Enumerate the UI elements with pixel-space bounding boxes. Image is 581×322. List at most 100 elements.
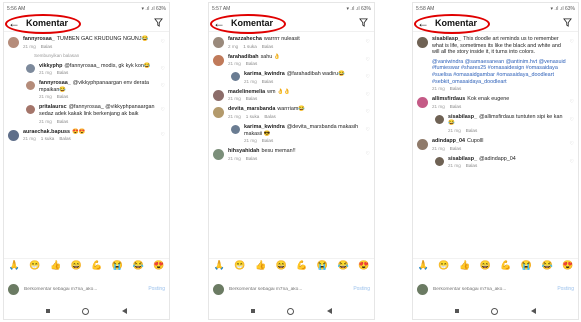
reply-button[interactable]: Balas	[264, 114, 276, 119]
reply-button[interactable]: Balas	[246, 96, 258, 101]
reply-button[interactable]: Balas	[262, 79, 274, 84]
recent-apps-icon[interactable]	[46, 309, 51, 313]
avatar[interactable]	[231, 72, 240, 82]
emoji-button[interactable]: 😂	[541, 260, 552, 271]
post-button[interactable]: Posting	[557, 286, 574, 292]
comment-username[interactable]: madelinemelia	[228, 89, 265, 95]
avatar[interactable]	[8, 129, 19, 141]
avatar[interactable]	[213, 37, 224, 48]
filter-icon[interactable]	[154, 18, 163, 27]
post-button[interactable]: Posting	[353, 286, 370, 292]
like-heart-icon[interactable]: ♡	[570, 117, 574, 123]
reply-button[interactable]: Balas	[57, 94, 69, 99]
avatar[interactable]	[435, 156, 444, 166]
avatar[interactable]	[213, 54, 224, 66]
comment-username[interactable]: fannyrosaa_	[39, 80, 71, 86]
reply-button[interactable]: Balas	[450, 104, 462, 109]
avatar[interactable]	[417, 37, 428, 48]
comment-username[interactable]: devita_marsbanda	[228, 106, 275, 112]
home-icon[interactable]	[287, 307, 295, 315]
emoji-button[interactable]: 😭	[112, 260, 123, 271]
emoji-button[interactable]: 😄	[71, 260, 82, 271]
reply-button[interactable]: Balas	[41, 44, 53, 49]
comment-username[interactable]: karima_kwindra	[244, 124, 285, 130]
avatar[interactable]	[26, 105, 35, 115]
like-heart-icon[interactable]: ♡	[161, 39, 165, 45]
like-heart-icon[interactable]: ♡	[366, 39, 370, 45]
comment-input[interactable]	[229, 286, 350, 292]
reply-button[interactable]: Balas	[246, 61, 258, 66]
like-heart-icon[interactable]: ♡	[161, 132, 165, 138]
like-heart-icon[interactable]: ♡	[570, 39, 574, 45]
comment-list[interactable]: sisabilasp_ This doodle art reminds us to…	[413, 33, 578, 251]
comment-username[interactable]: sisabilasp_	[432, 36, 461, 42]
avatar[interactable]	[417, 138, 428, 150]
emoji-button[interactable]: 😁	[438, 260, 449, 271]
emoji-button[interactable]: 😍	[358, 260, 369, 271]
home-icon[interactable]	[491, 307, 499, 315]
avatar[interactable]	[8, 37, 19, 48]
like-heart-icon[interactable]: ♡	[366, 74, 370, 80]
emoji-button[interactable]: 😂	[132, 260, 143, 271]
filter-icon[interactable]	[563, 18, 572, 27]
comment-input[interactable]	[433, 286, 554, 292]
avatar[interactable]	[417, 97, 428, 109]
avatar[interactable]	[213, 107, 224, 119]
comment-list[interactable]: farazzahecha warrrrr nuleasit 2 mg 1 suka Ba…	[209, 33, 374, 251]
back-arrow-icon[interactable]: ←	[213, 17, 225, 29]
like-heart-icon[interactable]: ♡	[161, 83, 165, 89]
post-button[interactable]: Posting	[148, 286, 165, 292]
comment-username[interactable]: auraechak.bapuss	[23, 129, 70, 135]
reply-button[interactable]: Balas	[262, 138, 274, 143]
emoji-button[interactable]: 🙏	[418, 260, 429, 271]
back-arrow-icon[interactable]: ←	[417, 17, 429, 29]
comment-username[interactable]: allimsfirdaus	[432, 96, 465, 102]
reply-button[interactable]: Balas	[262, 44, 274, 49]
comment-hashtags[interactable]: @vaniwindra @samaesanean @antinim.hvt @v…	[432, 59, 566, 85]
emoji-button[interactable]: 🙏	[9, 260, 20, 271]
emoji-button[interactable]: 👍	[255, 260, 266, 271]
emoji-button[interactable]: 🙏	[214, 260, 225, 271]
back-triangle-icon[interactable]	[530, 308, 536, 314]
like-heart-icon[interactable]: ♡	[366, 109, 370, 115]
emoji-button[interactable]: 😭	[521, 260, 532, 271]
reply-button[interactable]: Balas	[450, 86, 462, 91]
reply-button[interactable]: Balas	[59, 136, 71, 141]
comment-username[interactable]: farahadibah	[228, 54, 259, 60]
recent-apps-icon[interactable]	[251, 309, 256, 313]
like-heart-icon[interactable]: ♡	[366, 57, 370, 63]
emoji-button[interactable]: 😁	[29, 260, 40, 271]
recent-apps-icon[interactable]	[455, 309, 460, 313]
back-triangle-icon[interactable]	[326, 308, 332, 314]
emoji-button[interactable]: 😂	[337, 260, 348, 271]
reply-button[interactable]: Balas	[466, 163, 478, 168]
like-heart-icon[interactable]: ♡	[161, 66, 165, 72]
emoji-button[interactable]: 💪	[91, 260, 102, 271]
comment-list[interactable]: fannyrosaa_ TUMBEN GAC KRUDUNG NGUNJ😂 21 m…	[4, 33, 169, 251]
emoji-button[interactable]: 😁	[234, 260, 245, 271]
reply-button[interactable]: Balas	[466, 128, 478, 133]
reply-button[interactable]: Balas	[57, 70, 69, 75]
avatar[interactable]	[213, 89, 224, 101]
like-heart-icon[interactable]: ♡	[161, 107, 165, 113]
filter-icon[interactable]	[359, 18, 368, 27]
comment-username[interactable]: pritalaursc	[39, 104, 67, 110]
avatar[interactable]	[435, 114, 444, 124]
like-heart-icon[interactable]: ♡	[570, 141, 574, 147]
reply-button[interactable]: Balas	[450, 146, 462, 151]
comment-username[interactable]: fannyrosaa_	[23, 36, 55, 42]
avatar[interactable]	[231, 124, 240, 134]
emoji-button[interactable]: 💪	[500, 260, 511, 271]
comment-input[interactable]	[24, 286, 145, 292]
like-heart-icon[interactable]: ♡	[366, 92, 370, 98]
home-icon[interactable]	[82, 307, 90, 315]
emoji-button[interactable]: 😍	[153, 260, 164, 271]
hide-replies-link[interactable]: Sembunyikan balasan	[4, 51, 169, 60]
avatar[interactable]	[26, 81, 35, 91]
reply-button[interactable]: Balas	[246, 156, 258, 161]
emoji-button[interactable]: 😭	[317, 260, 328, 271]
comment-username[interactable]: karima_kwindra	[244, 71, 285, 77]
comment-username[interactable]: vikkyphp	[39, 63, 62, 69]
like-heart-icon[interactable]: ♡	[366, 151, 370, 157]
like-heart-icon[interactable]: ♡	[570, 159, 574, 165]
